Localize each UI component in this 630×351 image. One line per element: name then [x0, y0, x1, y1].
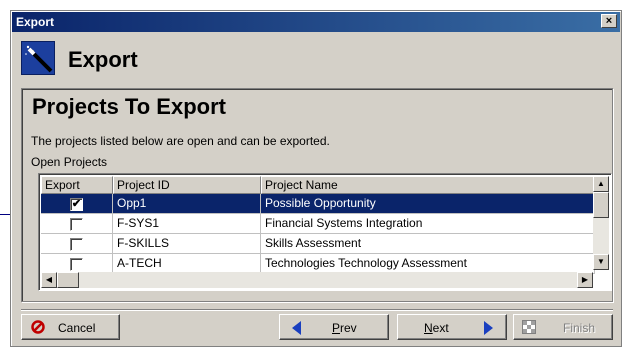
prev-label: Prev: [332, 321, 357, 335]
footer-divider: [21, 309, 613, 311]
close-icon: ×: [605, 15, 613, 27]
arrow-left-icon: [292, 321, 301, 335]
header-title: Export: [68, 47, 138, 72]
cancel-label: Cancel: [58, 321, 96, 335]
open-projects-label: Open Projects: [31, 155, 108, 169]
vertical-scroll-thumb[interactable]: [593, 192, 609, 218]
cancel-icon: [31, 320, 45, 334]
project-name-cell: Financial Systems Integration: [261, 214, 595, 234]
projects-table: Export Project ID Project Name ✔ Opp1 Po…: [38, 173, 612, 291]
project-name-cell: Possible Opportunity: [261, 194, 595, 214]
finish-button[interactable]: Finish: [513, 314, 613, 340]
table-row[interactable]: F-SYS1 Financial Systems Integration: [41, 214, 595, 234]
scroll-up-arrow-icon[interactable]: ▲: [593, 176, 609, 192]
export-checkbox[interactable]: [70, 238, 83, 251]
project-id-cell: F-SKILLS: [113, 234, 261, 254]
column-export[interactable]: Export: [41, 176, 113, 194]
project-id-cell: Opp1: [113, 194, 261, 214]
scroll-right-arrow-icon[interactable]: ▶: [577, 272, 593, 288]
cancel-button[interactable]: Cancel: [21, 314, 120, 340]
wand-icon: [21, 41, 55, 75]
next-label: Next: [424, 321, 449, 335]
wizard-header: Export: [12, 33, 620, 85]
export-cell: [41, 234, 113, 254]
panel-description: The projects listed below are open and c…: [31, 134, 330, 148]
scroll-down-arrow-icon[interactable]: ▼: [593, 254, 609, 270]
horizontal-scrollbar[interactable]: ◀ ▶: [41, 272, 593, 288]
export-checkbox[interactable]: ✔: [70, 198, 83, 211]
table-row[interactable]: A-TECH Technologies Technology Assessmen…: [41, 254, 595, 274]
column-project-name[interactable]: Project Name: [261, 176, 595, 194]
finish-flag-icon: [522, 320, 536, 334]
project-name-cell: Technologies Technology Assessment: [261, 254, 595, 274]
export-cell: [41, 254, 113, 274]
arrow-right-icon: [484, 321, 493, 335]
title-bar: Export ×: [12, 12, 620, 32]
export-dialog: Export × Export Projects To Export The p…: [10, 10, 622, 347]
export-cell: [41, 214, 113, 234]
table-row[interactable]: ✔ Opp1 Possible Opportunity: [41, 194, 595, 214]
table-row[interactable]: F-SKILLS Skills Assessment: [41, 234, 595, 254]
projects-panel: Projects To Export The projects listed b…: [21, 88, 613, 302]
scroll-left-arrow-icon[interactable]: ◀: [41, 272, 57, 288]
export-checkbox[interactable]: [70, 258, 83, 271]
finish-label: Finish: [563, 321, 596, 335]
panel-title: Projects To Export: [32, 94, 226, 119]
close-button[interactable]: ×: [601, 14, 617, 28]
vertical-scrollbar[interactable]: ▲ ▼: [593, 176, 609, 270]
export-checkbox[interactable]: [70, 218, 83, 231]
prev-button[interactable]: Prev: [279, 314, 389, 340]
column-project-id[interactable]: Project ID: [113, 176, 261, 194]
project-name-cell: Skills Assessment: [261, 234, 595, 254]
next-button[interactable]: Next: [397, 314, 507, 340]
project-id-cell: F-SYS1: [113, 214, 261, 234]
export-cell: ✔: [41, 194, 113, 214]
project-id-cell: A-TECH: [113, 254, 261, 274]
window-title: Export: [16, 15, 55, 29]
horizontal-scroll-thumb[interactable]: [57, 272, 79, 288]
